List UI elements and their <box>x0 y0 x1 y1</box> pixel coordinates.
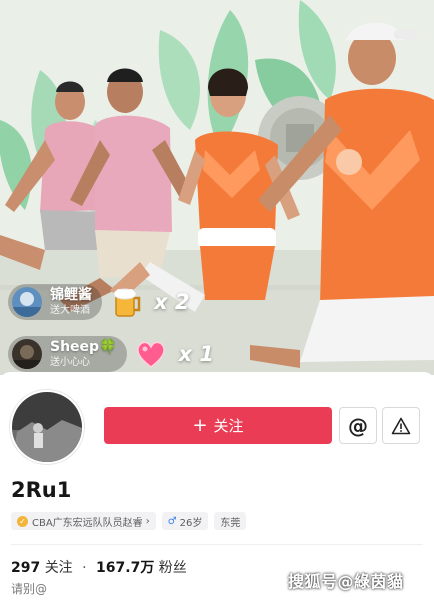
location-tag: 东莞 <box>214 512 247 530</box>
sender-name: Sheep🍀 <box>50 338 117 355</box>
gift-count: x 1 <box>178 342 214 366</box>
at-icon: @ <box>348 413 368 438</box>
verified-tag-label: CBA广东宏远队队员赵睿 <box>32 517 143 529</box>
following-count: 297 <box>11 560 41 576</box>
gift-count: x 2 <box>154 290 190 314</box>
location-tag-label: 东莞 <box>220 517 241 529</box>
stats-separator: · <box>82 560 87 576</box>
age-tag: ♂ 26岁 <box>161 512 209 530</box>
gift-pill: Sheep🍀 送小心心 <box>8 336 127 372</box>
profile-bio: 请别@ <box>11 582 48 596</box>
gift-pill: 锦鲤酱 送大啤酒 <box>8 284 102 320</box>
follow-button[interactable]: + 关注 <box>104 407 332 444</box>
heart-icon <box>136 341 165 368</box>
profile-panel: + 关注 @ 2Ru1 ✓ CBA广东宏远队队员赵睿 › ♂ 26岁 东莞 29… <box>0 372 434 600</box>
report-button[interactable] <box>382 407 420 444</box>
follow-label: 关注 <box>213 417 244 435</box>
followers-count: 167.7万 <box>96 560 155 576</box>
profile-avatar[interactable] <box>10 390 84 464</box>
gift-notification: 锦鲤酱 送大啤酒 x 2 <box>8 284 189 320</box>
gift-notification: Sheep🍀 送小心心 x 1 <box>8 336 214 372</box>
following-label: 关注 <box>44 560 73 576</box>
profile-stats: 297 关注 · 167.7万 粉丝 <box>11 557 187 577</box>
sender-name: 锦鲤酱 <box>50 286 92 303</box>
verified-badge-icon: ✓ <box>17 515 28 527</box>
profile-tags: ✓ CBA广东宏远队队员赵睿 › ♂ 26岁 东莞 <box>11 512 247 530</box>
age-tag-label: 26岁 <box>179 517 203 529</box>
sender-avatar[interactable] <box>12 339 42 369</box>
profile-username: 2Ru1 <box>11 478 72 502</box>
male-gender-icon: ♂ <box>167 515 177 527</box>
followers-label: 粉丝 <box>158 560 187 576</box>
watermark-text: 搜狐号@綠茵貓 <box>288 572 404 591</box>
followers-stat[interactable]: 167.7万 粉丝 <box>96 560 187 576</box>
warning-icon <box>391 417 411 434</box>
verified-tag: ✓ CBA广东宏远队队员赵睿 › <box>11 512 156 530</box>
gift-message: 送大啤酒 <box>50 305 90 317</box>
divider <box>11 544 423 545</box>
beer-mug-icon <box>113 288 141 317</box>
plus-icon: + <box>192 414 208 436</box>
gift-message: 送小心心 <box>50 357 90 369</box>
mention-button[interactable]: @ <box>339 407 377 444</box>
live-video[interactable]: 锦鲤酱 送大啤酒 x 2 Sheep🍀 送小心心 x 1 <box>0 0 434 375</box>
sender-avatar[interactable] <box>12 287 42 317</box>
chevron-right-icon: › <box>145 515 150 527</box>
following-stat[interactable]: 297 关注 <box>11 560 73 576</box>
